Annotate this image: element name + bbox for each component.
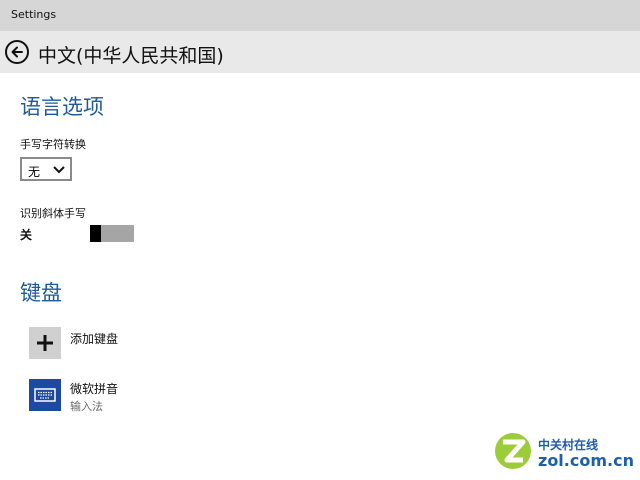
chevron-down-icon (53, 166, 65, 174)
handwriting-conversion-value: 无 (28, 165, 41, 179)
keyboard-item-sub: 输入法 (70, 400, 103, 413)
keyboards-heading: 键盘 (20, 281, 62, 305)
handwriting-conversion-label: 手写字符转换 (20, 138, 86, 151)
zol-logo-icon (495, 433, 531, 469)
back-arrow-icon (11, 46, 23, 58)
italic-handwriting-toggle[interactable] (90, 225, 134, 242)
keyboard-item-name[interactable]: 微软拼音 (70, 380, 118, 397)
italic-handwriting-label: 识别斜体手写 (20, 207, 86, 220)
window-title: Settings (11, 8, 57, 21)
window-titlebar: Settings (0, 0, 640, 31)
add-keyboard-label[interactable]: 添加键盘 (70, 330, 118, 347)
back-button[interactable] (5, 40, 29, 64)
page-title: 中文(中华人民共和国) (38, 45, 224, 67)
add-keyboard-button[interactable] (29, 327, 61, 359)
plus-icon (37, 335, 53, 351)
keyboard-item-microsoft-pinyin[interactable] (29, 379, 61, 411)
page-header: 中文(中华人民共和国) (0, 31, 640, 73)
toggle-state-label: 关 (20, 228, 33, 242)
zol-watermark: 中关村在线 zol.com.cn (492, 430, 634, 472)
watermark-en: zol.com.cn (538, 451, 634, 470)
keyboard-icon (34, 388, 56, 402)
handwriting-conversion-select[interactable]: 无 (20, 157, 72, 181)
toggle-thumb[interactable] (90, 225, 101, 242)
language-options-heading: 语言选项 (20, 95, 104, 119)
